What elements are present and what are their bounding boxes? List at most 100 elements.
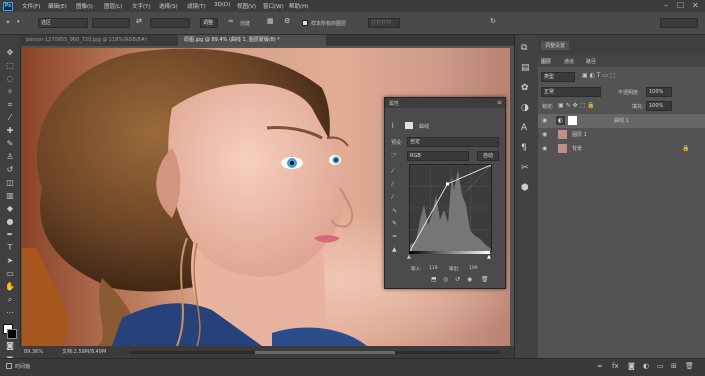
reset-icon[interactable]: ↺: [455, 276, 460, 283]
add-mask-icon[interactable]: ◙: [628, 362, 635, 370]
menu-3d[interactable]: 3D(D): [214, 2, 230, 8]
paragraph-icon[interactable]: ¶: [521, 143, 527, 153]
tab-original-image[interactable]: 原图.jpg @ 89.4% (曲线 1, 图层蒙版/8) *: [178, 35, 326, 46]
filter-icons[interactable]: ▣ ◐ T ▭ ⬚: [582, 72, 616, 79]
black-point-slider-icon[interactable]: ▲: [407, 254, 411, 260]
character-icon[interactable]: A: [521, 123, 527, 133]
fill-field[interactable]: 100%: [646, 101, 672, 111]
menu-type[interactable]: 文字(Y): [132, 2, 151, 10]
curve-control-point[interactable]: [489, 163, 493, 167]
gradient-tool-icon[interactable]: ▥: [4, 190, 16, 201]
histogram-warning-icon[interactable]: ▲: [392, 246, 397, 253]
menu-layer[interactable]: 图层(L): [104, 2, 122, 10]
healing-brush-icon[interactable]: ✚: [4, 125, 16, 136]
eraser-icon[interactable]: ◫: [4, 177, 16, 188]
layer-row-curves[interactable]: ◉ ◐ 曲线 1: [538, 114, 705, 128]
tab-adjust-settings[interactable]: 调整设置: [541, 41, 570, 50]
blend-mode-dropdown[interactable]: 正常: [541, 87, 601, 97]
layer-name[interactable]: 图层 1: [572, 128, 587, 142]
mode-dropdown[interactable]: 选区: [38, 18, 88, 28]
smooth-icon[interactable]: ≈: [392, 233, 397, 240]
quick-select-tool-icon[interactable]: ⌖: [6, 18, 10, 27]
quick-mask-icon[interactable]: ◙: [4, 340, 16, 351]
pen-tool-icon[interactable]: ✒: [4, 229, 16, 240]
maximize-button[interactable]: ☐: [677, 1, 684, 10]
menu-view[interactable]: 视图(V): [237, 2, 256, 10]
menu-select[interactable]: 选择(S): [159, 2, 178, 10]
layer-row-background[interactable]: ◉ 背景 🔒: [538, 142, 705, 156]
timeline-label[interactable]: 时间轴: [15, 363, 30, 370]
eyedropper-black-icon[interactable]: ⁄: [392, 168, 393, 175]
curves-graph[interactable]: [408, 163, 493, 253]
workspace-dropdown[interactable]: [660, 18, 698, 28]
new-adjustment-icon[interactable]: ◐: [643, 362, 649, 370]
sample-all-checkbox[interactable]: [302, 20, 308, 26]
opacity-field[interactable]: 100%: [646, 87, 672, 97]
magic-wand-icon[interactable]: ✧: [4, 86, 16, 97]
crop-tool-icon[interactable]: ⌗: [4, 99, 16, 110]
lock-icons[interactable]: ▣ ✎ ✥ ⬚ 🔒: [558, 102, 595, 109]
size-field-2[interactable]: [150, 18, 190, 28]
eye-icon[interactable]: ◉: [542, 114, 547, 128]
menu-help[interactable]: 帮助(H): [289, 2, 308, 10]
preset-dropdown[interactable]: 自定: [407, 137, 499, 147]
more-tools-icon[interactable]: ⋯: [4, 307, 16, 318]
lasso-tool-icon[interactable]: ◌: [4, 73, 16, 84]
tab-layers[interactable]: 图层: [541, 58, 551, 65]
chevron-down-icon[interactable]: ▾: [17, 19, 20, 25]
move-tool-icon[interactable]: ✥: [4, 47, 16, 58]
curve-edit-icon[interactable]: ∿: [392, 207, 397, 214]
gear-icon[interactable]: ⚙: [284, 17, 290, 25]
tab-paths[interactable]: 路径: [586, 58, 596, 65]
grid-icon[interactable]: ▦: [267, 17, 274, 25]
rotate-icon[interactable]: ↻: [490, 17, 496, 25]
brush-tool-icon[interactable]: ✎: [4, 138, 16, 149]
type-tool-icon[interactable]: T: [4, 242, 16, 253]
eyedropper-white-icon[interactable]: ⁄: [392, 194, 393, 201]
eyedropper-icon[interactable]: ⁄: [4, 112, 16, 123]
layer-name[interactable]: 背景: [572, 142, 582, 156]
panel-menu-icon[interactable]: ≡: [497, 99, 502, 106]
new-group-icon[interactable]: ▭: [657, 362, 664, 370]
clone-stamp-icon[interactable]: ♙: [4, 151, 16, 162]
visibility-icon[interactable]: ◉: [467, 276, 472, 283]
tab-person-image[interactable]: person-1270955_960_720.jpg @ 118%(RGB/8#…: [20, 35, 178, 46]
eye-icon[interactable]: ◉: [542, 128, 547, 142]
layer-row-layer1[interactable]: ◉ 图层 1: [538, 128, 705, 142]
menu-edit[interactable]: 编辑(E): [48, 2, 67, 10]
new-layer-icon[interactable]: ⊞: [671, 362, 677, 370]
swap-icon[interactable]: ⇄: [136, 17, 142, 25]
mode-label[interactable]: 调整: [200, 18, 218, 28]
adjustments-icon[interactable]: ◑: [521, 103, 529, 113]
link-layers-icon[interactable]: ∞: [597, 362, 603, 370]
blur-tool-icon[interactable]: ◆: [4, 203, 16, 214]
tools-preset-icon[interactable]: ✂: [521, 163, 529, 173]
eye-icon[interactable]: ◉: [542, 142, 547, 156]
properties-title-bar[interactable]: 属性 ≡: [385, 98, 505, 108]
layers-icon[interactable]: ▤: [521, 63, 530, 73]
view-previous-icon[interactable]: ◎: [443, 276, 448, 283]
curve-control-point[interactable]: [445, 182, 449, 186]
fx-icon[interactable]: fx: [612, 362, 619, 370]
history-brush-icon[interactable]: ↺: [4, 164, 16, 175]
minimize-button[interactable]: –: [664, 1, 668, 10]
history-icon[interactable]: ⧉: [521, 43, 527, 53]
hand-adjust-icon[interactable]: ☞: [391, 151, 397, 159]
hand-tool-icon[interactable]: ✋: [4, 281, 16, 292]
path-select-icon[interactable]: ➤: [4, 255, 16, 266]
menu-filter[interactable]: 滤镜(T): [187, 2, 206, 10]
channel-dropdown[interactable]: RGB: [407, 151, 469, 161]
menu-image[interactable]: 图像(I): [76, 2, 93, 10]
zoom-readout[interactable]: 89.36%: [24, 346, 43, 358]
dodge-tool-icon[interactable]: ●: [4, 216, 16, 227]
menu-window[interactable]: 窗口(W): [263, 2, 284, 10]
kind-filter-dropdown[interactable]: 类型: [541, 72, 575, 82]
timeline-icon[interactable]: [6, 363, 12, 369]
delete-layer-icon[interactable]: 🗑: [685, 362, 694, 370]
output-value[interactable]: 199: [469, 266, 478, 271]
menu-file[interactable]: 文件(F): [22, 2, 40, 10]
input-value[interactable]: 118: [429, 266, 438, 271]
size-field[interactable]: [92, 18, 130, 28]
clip-to-layer-icon[interactable]: ⬒: [431, 276, 437, 283]
mask-icon[interactable]: [405, 122, 413, 129]
